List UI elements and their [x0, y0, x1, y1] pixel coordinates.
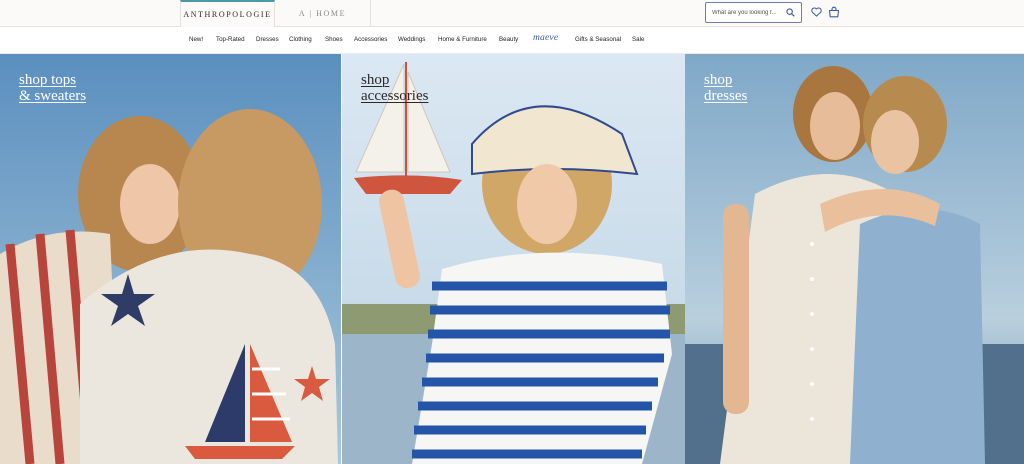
nav-item-weddings[interactable]: Weddings	[398, 36, 425, 43]
hero-link-dresses[interactable]: shop dresses	[704, 72, 747, 104]
hero-tops-sweaters[interactable]: shop tops & sweaters	[0, 54, 341, 464]
nav-item-shoes[interactable]: Shoes	[325, 36, 343, 43]
hero-dresses-image	[685, 54, 1024, 464]
search-input[interactable]	[712, 9, 786, 16]
nav-item-dresses[interactable]: Dresses	[256, 36, 279, 43]
nav-item-accessories[interactable]: Accessories	[354, 36, 387, 43]
search-icon[interactable]	[785, 7, 796, 18]
nav-item-gifts-seasonal[interactable]: Gifts & Seasonal	[575, 36, 621, 43]
nav-item-sale[interactable]: Sale	[632, 36, 644, 43]
nav-item-maeve[interactable]: maeve	[533, 33, 558, 43]
heart-icon[interactable]	[810, 6, 822, 18]
main-nav: New! Top-Rated Dresses Clothing Shoes Ac…	[0, 27, 1024, 54]
hero-accessories[interactable]: shop accessories	[342, 54, 685, 464]
hero-accessories-image	[342, 54, 685, 464]
nav-item-new[interactable]: New!	[189, 36, 203, 43]
nav-item-beauty[interactable]: Beauty	[499, 36, 518, 43]
top-bar: ANTHROPOLOGIE A | HOME	[0, 0, 1024, 27]
nav-item-top-rated[interactable]: Top-Rated	[216, 36, 245, 43]
nav-item-home-furniture[interactable]: Home & Furniture	[438, 36, 487, 43]
hero-link-tops[interactable]: shop tops & sweaters	[19, 72, 86, 104]
brand-tab-home[interactable]: A | HOME	[275, 0, 371, 27]
hero-tops-image	[0, 54, 341, 464]
shopping-bag-icon[interactable]	[828, 5, 840, 18]
search-box[interactable]	[705, 2, 802, 23]
nav-item-clothing[interactable]: Clothing	[289, 36, 312, 43]
hero-link-accessories[interactable]: shop accessories	[361, 72, 428, 104]
brand-tab-anthropologie[interactable]: ANTHROPOLOGIE	[180, 0, 275, 27]
hero-dresses[interactable]: shop dresses	[685, 54, 1024, 464]
